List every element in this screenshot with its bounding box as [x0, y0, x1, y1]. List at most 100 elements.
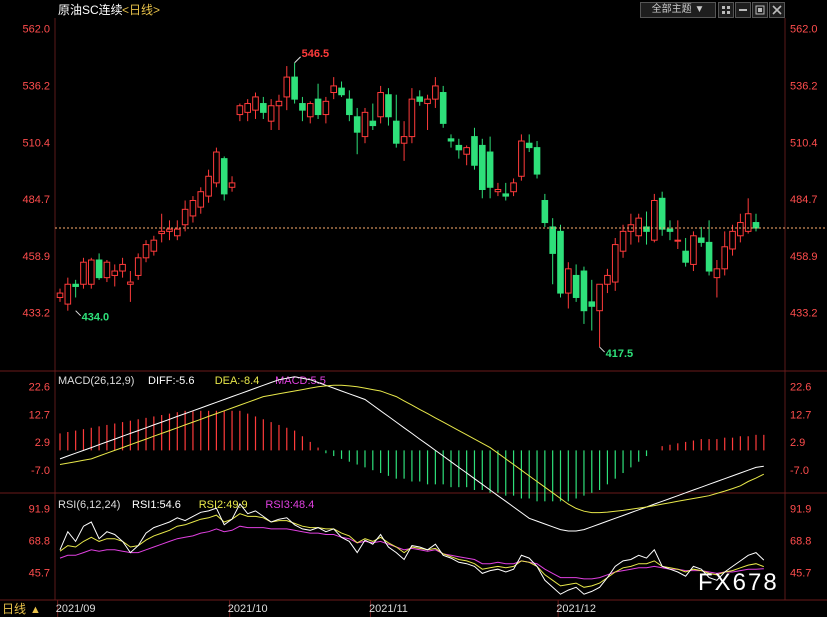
candle-body — [572, 274, 580, 298]
candle-body — [260, 103, 267, 113]
candle-body — [197, 191, 205, 208]
y-tick-right: 68.8 — [790, 535, 811, 547]
candle-body — [119, 263, 126, 272]
candle-body — [400, 136, 408, 144]
candle-body — [322, 100, 330, 116]
y-tick-left: -7.0 — [31, 465, 50, 477]
candle-body — [424, 98, 431, 105]
annotation-low-label: 417.5 — [606, 348, 634, 360]
rsi-title: RSI(6,12,24) — [58, 499, 120, 511]
rsi-legend-item: RSI3:48.4 — [265, 499, 314, 511]
candle-body — [150, 239, 158, 252]
candle-body — [525, 142, 533, 149]
chevron-down-icon: ▼ — [694, 4, 705, 15]
candle-body — [666, 228, 674, 232]
candle-body — [205, 175, 212, 197]
candle-body — [619, 230, 627, 252]
candle-body — [127, 281, 134, 285]
y-tick-left: 12.7 — [29, 409, 50, 421]
candle-body — [377, 92, 384, 118]
minus-icon[interactable] — [735, 2, 751, 18]
y-tick-right: 22.6 — [790, 381, 811, 393]
candle-body — [80, 261, 87, 285]
theme-select-button[interactable]: 全部主题 ▼ — [640, 2, 716, 18]
candle-body — [651, 200, 658, 241]
annotation-pointer — [599, 346, 605, 353]
period-link: <日线> — [122, 3, 160, 17]
y-tick-left: 484.7 — [22, 194, 50, 206]
candle-body — [174, 228, 181, 237]
candle-body — [557, 230, 564, 294]
candle-body — [213, 151, 220, 184]
candle-body — [166, 228, 173, 232]
watermark-logo: FX678 — [698, 569, 779, 596]
y-tick-left: 2.9 — [35, 437, 50, 449]
candle-body — [635, 217, 642, 237]
y-tick-right: -7.0 — [790, 465, 809, 477]
y-tick-right: 484.7 — [790, 194, 818, 206]
candle-body — [596, 283, 603, 312]
y-tick-left: 22.6 — [29, 381, 50, 393]
y-tick-right: 510.4 — [790, 137, 818, 149]
candle-body — [267, 105, 275, 122]
candle-body — [533, 147, 541, 175]
candle-body — [721, 246, 729, 270]
candle-body — [283, 76, 291, 98]
candle-body — [220, 158, 228, 195]
candle-body — [142, 244, 150, 259]
candle-body — [252, 96, 259, 111]
candle-body — [510, 182, 517, 193]
y-tick-right: 458.9 — [790, 251, 818, 263]
candle-body — [306, 103, 314, 118]
candle-body — [752, 222, 760, 229]
candle-body — [314, 98, 322, 116]
candle-body — [95, 259, 103, 279]
candle-body — [72, 283, 79, 287]
y-tick-left: 536.2 — [22, 80, 50, 92]
annotation-low-label: 434.0 — [82, 312, 110, 324]
candle-body — [674, 239, 682, 242]
candle-body — [432, 85, 439, 100]
y-tick-left: 91.9 — [29, 503, 50, 515]
candle-body — [111, 270, 119, 276]
candle-body — [338, 87, 345, 96]
candle-body — [275, 100, 283, 107]
candle-body — [353, 116, 361, 133]
y-tick-right: 536.2 — [790, 80, 818, 92]
candle-body — [697, 237, 705, 243]
rsi-line-rsi1 — [59, 502, 765, 595]
candle-body — [705, 241, 713, 272]
candle-body — [392, 120, 400, 144]
candle-body — [541, 200, 549, 224]
candle-body — [494, 188, 502, 193]
candle-body — [447, 138, 455, 142]
candle-body — [158, 230, 165, 235]
candle-body — [416, 96, 424, 102]
y-tick-right: 45.7 — [790, 567, 811, 579]
instrument-title: 原油SC连续 — [58, 2, 123, 17]
candle-body — [658, 197, 666, 230]
restore-icon[interactable] — [752, 2, 768, 18]
y-tick-left: 433.2 — [22, 307, 50, 319]
candle-body — [611, 244, 619, 283]
grid-icon[interactable] — [718, 2, 734, 18]
candle-body — [361, 111, 369, 138]
x-tick-label: 2021/12 — [556, 603, 596, 615]
candle-body — [604, 274, 611, 285]
candle-body — [64, 283, 72, 305]
candle-body — [502, 193, 510, 197]
candle-body — [103, 261, 111, 279]
close-icon[interactable] — [769, 2, 785, 18]
candle-body — [299, 103, 306, 111]
candle-body — [471, 136, 478, 166]
y-tick-right: 91.9 — [790, 503, 811, 515]
y-tick-left: 510.4 — [22, 137, 50, 149]
candle-body — [134, 257, 142, 276]
annotation-pointer — [75, 310, 81, 317]
candle-body — [549, 226, 556, 254]
candle-body — [713, 268, 721, 279]
y-tick-right: 12.7 — [790, 409, 811, 421]
y-tick-right: 433.2 — [790, 307, 818, 319]
x-tick-label: 2021/11 — [369, 603, 408, 615]
candle-body — [291, 76, 298, 100]
